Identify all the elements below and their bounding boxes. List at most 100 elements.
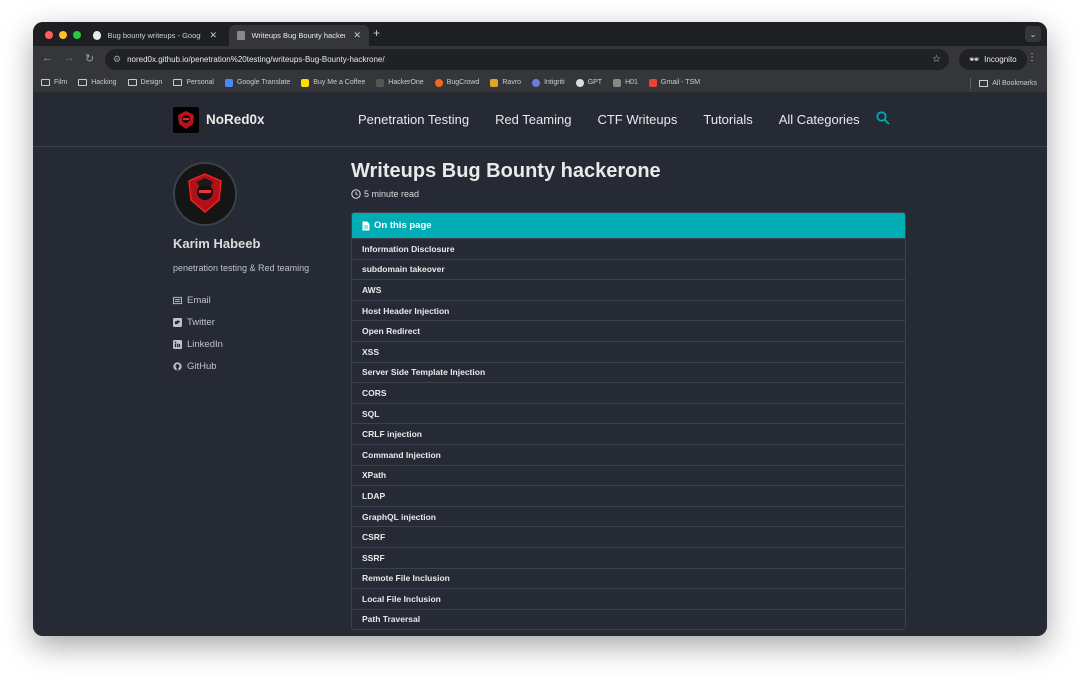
tab-search-button[interactable]: ⌄ [1025, 26, 1041, 42]
author-links: Email Twitter LinkedIn GitHub [173, 289, 343, 377]
reload-button[interactable]: ↻ [85, 52, 94, 65]
bookmark-label: GPT [587, 79, 603, 86]
github-link[interactable]: GitHub [173, 355, 343, 377]
bookmark-intigriti[interactable]: Intigriti [532, 78, 565, 87]
tab-title: Bug bounty writeups - Google [107, 31, 202, 40]
browser-toolbar: ← → ↻ ⚙ nored0x.github.io/penetration%20… [33, 46, 1047, 73]
folder-icon [979, 80, 989, 87]
author-bio: penetration testing & Red teaming [173, 263, 310, 273]
site-logo[interactable] [173, 107, 199, 133]
bookmark-google-translate[interactable]: Google Translate [224, 78, 290, 87]
incognito-button[interactable]: 🕶 Incognito [959, 49, 1027, 70]
toc-item[interactable]: subdomain takeover [352, 258, 905, 280]
incognito-icon: 🕶 [969, 55, 980, 64]
h01-icon [613, 78, 622, 87]
nav-tutorials[interactable]: Tutorials [703, 112, 752, 127]
toc-item[interactable]: CORS [352, 382, 905, 403]
bookmark-bugcrowd[interactable]: BugCrowd [434, 78, 479, 87]
toc-item[interactable]: XSS [352, 340, 905, 362]
tab-google-search[interactable]: Bug bounty writeups - Google ✕ [85, 25, 225, 46]
bookmark-ravro[interactable]: Ravro [490, 78, 522, 87]
bookmark-design[interactable]: Design [127, 79, 163, 86]
bookmark-gmail[interactable]: Gmail - TSM [648, 78, 700, 87]
bookmark-label: HackerOne [388, 79, 424, 86]
search-icon[interactable] [876, 111, 890, 130]
file-icon [362, 221, 370, 230]
toc-item[interactable]: SQL [352, 402, 905, 424]
link-label: LinkedIn [187, 338, 223, 350]
bookmark-label: Ravro [502, 79, 522, 86]
nav-red-teaming[interactable]: Red Teaming [495, 112, 571, 127]
twitter-icon [173, 317, 182, 327]
browser-window: Bug bounty writeups - Google ✕ Writeups … [33, 22, 1047, 636]
bookmark-personal[interactable]: Personal [173, 79, 214, 86]
toc-item[interactable]: Command Injection [352, 443, 905, 465]
site-title[interactable]: NoRed0x [206, 112, 265, 127]
toc-item[interactable]: CSRF [352, 526, 905, 547]
bookmark-film[interactable]: Film [41, 79, 67, 86]
nav-all-categories[interactable]: All Categories [779, 112, 860, 127]
folder-icon [41, 79, 50, 86]
toc-item[interactable]: Open Redirect [352, 320, 905, 341]
bookmark-hackerone[interactable]: HackerOne [376, 78, 424, 87]
email-link[interactable]: Email [173, 289, 343, 311]
close-tab-icon[interactable]: ✕ [353, 30, 361, 41]
url-text: nored0x.github.io/penetration%20testing/… [127, 55, 385, 64]
toc-item[interactable]: SSRF [352, 546, 905, 568]
toc-item[interactable]: Remote File Inclusion [352, 567, 905, 589]
all-bookmarks-button[interactable]: All Bookmarks [970, 78, 1037, 89]
linkedin-link[interactable]: LinkedIn [173, 333, 343, 355]
post-content: Writeups Bug Bounty hackerone 5 minute r… [351, 160, 907, 631]
link-label: Twitter [187, 316, 215, 328]
toc-item[interactable]: Local File Inclusion [352, 588, 905, 609]
bookmark-h01[interactable]: H01 [613, 78, 638, 87]
twitter-link[interactable]: Twitter [173, 311, 343, 333]
bookmark-buy-me-a-coffee[interactable]: Buy Me a Coffee [301, 78, 365, 87]
address-bar[interactable]: ⚙ nored0x.github.io/penetration%20testin… [105, 49, 949, 70]
toc-item[interactable]: GraphQL injection [352, 505, 905, 527]
read-time-label: 5 minute read [364, 189, 420, 199]
toc-item[interactable]: Information Disclosure [352, 238, 905, 259]
toc-item[interactable]: AWS [352, 279, 905, 300]
toc-item[interactable]: Path Traversal [352, 608, 905, 630]
hacker-logo-icon [178, 111, 194, 129]
nav-penetration-testing[interactable]: Penetration Testing [358, 112, 469, 127]
main-nav: Penetration Testing Red Teaming CTF Writ… [358, 112, 860, 127]
bookmark-label: Intigriti [544, 79, 565, 86]
tab-writeups[interactable]: Writeups Bug Bounty hackerone ✕ [229, 25, 369, 46]
toc-item[interactable]: Host Header Injection [352, 299, 905, 321]
minimize-window-button[interactable] [59, 31, 67, 39]
toc-title: On this page [374, 220, 432, 231]
page-content: NoRed0x Penetration Testing Red Teaming … [33, 94, 1047, 636]
back-button[interactable]: ← [42, 52, 53, 64]
browser-menu-icon[interactable]: ⋮ [1027, 52, 1037, 63]
toc-item[interactable]: CRLF injection [352, 423, 905, 444]
linkedin-icon [173, 339, 182, 349]
incognito-label: Incognito [984, 55, 1017, 64]
window-controls [45, 31, 81, 39]
bookmark-label: Design [140, 79, 163, 86]
forward-button[interactable]: → [64, 52, 75, 64]
toc-item[interactable]: LDAP [352, 485, 905, 506]
site-info-icon[interactable]: ⚙ [113, 54, 121, 65]
all-bookmarks-label: All Bookmarks [992, 80, 1037, 87]
bookmark-star-icon[interactable]: ☆ [932, 54, 941, 65]
site-favicon-icon [237, 31, 246, 40]
close-tab-icon[interactable]: ✕ [209, 30, 217, 41]
nav-ctf-writeups[interactable]: CTF Writeups [597, 112, 677, 127]
close-window-button[interactable] [45, 31, 53, 39]
envelope-icon [173, 296, 182, 304]
site-header: NoRed0x Penetration Testing Red Teaming … [33, 94, 1047, 147]
new-tab-button[interactable]: + [373, 26, 380, 40]
bugcrowd-icon [434, 78, 443, 87]
bookmark-gpt[interactable]: GPT [575, 78, 603, 87]
author-sidebar: Karim Habeeb penetration testing & Red t… [173, 162, 343, 377]
toc-item[interactable]: XPath [352, 464, 905, 486]
bookmark-hacking[interactable]: Hacking [78, 79, 117, 86]
gpt-icon [575, 78, 584, 87]
maximize-window-button[interactable] [73, 31, 81, 39]
bookmark-label: H01 [625, 79, 638, 86]
table-of-contents: On this page Information Disclosure subd… [351, 212, 906, 631]
github-icon [173, 361, 182, 371]
toc-item[interactable]: Server Side Template Injection [352, 361, 905, 383]
